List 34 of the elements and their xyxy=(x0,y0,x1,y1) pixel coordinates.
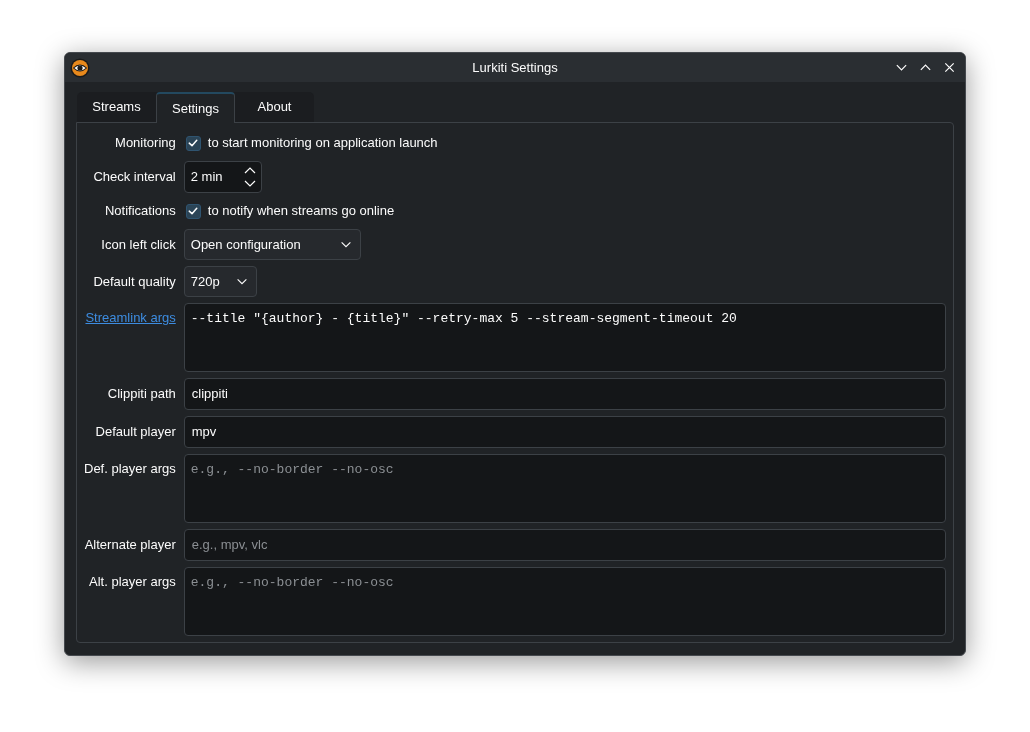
checkbox[interactable] xyxy=(185,203,201,219)
checkbox[interactable] xyxy=(185,135,201,151)
tab[interactable]: Streams xyxy=(77,92,156,122)
dropdown[interactable]: Open configuration xyxy=(183,229,361,260)
checkbox-label: to start monitoring on application launch xyxy=(207,135,438,151)
spinbox[interactable]: 2 min xyxy=(183,161,262,193)
text-field[interactable]: mpv xyxy=(183,416,946,448)
check-icon xyxy=(188,206,199,216)
field-label: Alt. player args xyxy=(89,574,176,590)
close-icon xyxy=(942,61,956,74)
field-label: Notifications xyxy=(104,203,176,219)
text-area[interactable]: --title "{author} - {title}" --retry-max 5 --stream-segment-timeout 20 xyxy=(183,303,946,372)
text-area[interactable]: e.g., --no-border --no-osc xyxy=(183,567,946,636)
help-link[interactable]: Streamlink args xyxy=(85,310,176,326)
text-area[interactable]: e.g., --no-border --no-osc xyxy=(183,454,946,523)
field-label: Monitoring xyxy=(115,135,176,151)
text-field[interactable]: clippiti xyxy=(183,378,946,410)
field-label: Alternate player xyxy=(84,537,176,553)
field-label: Default quality xyxy=(93,273,176,290)
checkbox-label: to notify when streams go online xyxy=(207,203,395,219)
field-label: Icon left click xyxy=(101,236,176,253)
caret-icon xyxy=(235,278,248,285)
tab[interactable]: Settings xyxy=(156,92,235,123)
dropdown[interactable]: 720p xyxy=(183,266,257,297)
caret-icon xyxy=(339,241,352,248)
text-field[interactable]: e.g., mpv, vlc xyxy=(183,529,946,561)
window-title: Lurkiti Settings xyxy=(472,58,558,77)
tab[interactable]: About xyxy=(235,92,314,122)
field-label: Def. player args xyxy=(84,461,176,477)
check-icon xyxy=(188,138,199,148)
field-label: Check interval xyxy=(93,169,176,185)
eye-logo-icon xyxy=(70,57,90,78)
field-label: Default player xyxy=(95,424,176,440)
field-label: Clippiti path xyxy=(107,386,176,402)
